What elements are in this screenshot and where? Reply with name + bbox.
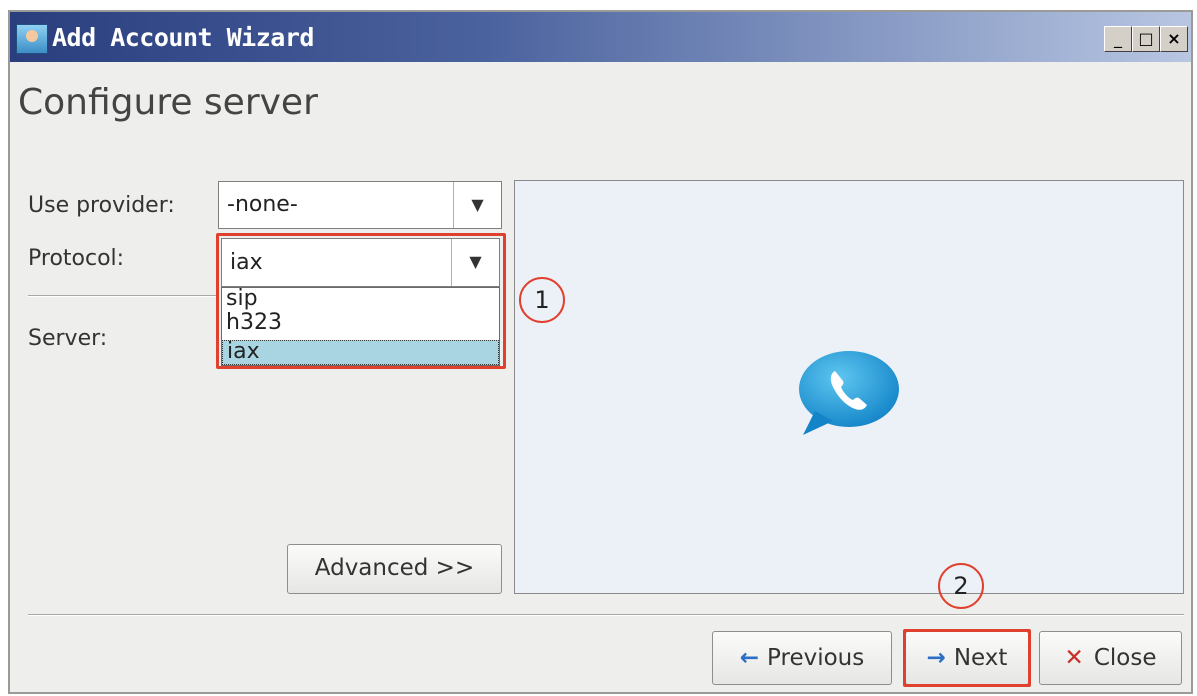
window-title: Add Account Wizard: [52, 23, 314, 52]
close-icon: ✕: [1064, 645, 1084, 671]
arrow-left-icon: ←: [739, 645, 760, 671]
highlight-box-protocol: [216, 233, 506, 369]
close-button[interactable]: ✕ Close: [1039, 631, 1182, 685]
wizard-image-panel: [514, 180, 1184, 594]
close-window-button[interactable]: ×: [1160, 26, 1188, 52]
previous-button[interactable]: ← Previous: [712, 631, 892, 685]
separator: [28, 614, 1184, 616]
provider-combobox[interactable]: -none- ▼: [218, 181, 502, 229]
previous-label: Previous: [767, 645, 865, 671]
annotation-step-2: 2: [938, 563, 984, 609]
title-bar[interactable]: Add Account Wizard _ □ ×: [10, 12, 1191, 62]
close-label: Close: [1093, 645, 1157, 671]
minimize-button[interactable]: _: [1104, 26, 1132, 52]
server-label: Server:: [28, 326, 108, 351]
provider-label: Use provider:: [28, 193, 175, 218]
chevron-down-icon[interactable]: ▼: [453, 182, 501, 228]
separator: [28, 295, 216, 297]
protocol-label: Protocol:: [28, 246, 125, 271]
provider-value: -none-: [227, 192, 298, 217]
phone-chat-bubble-icon: [799, 351, 899, 435]
highlight-box-next: [903, 629, 1031, 687]
annotation-step-1: 1: [519, 277, 565, 323]
maximize-button[interactable]: □: [1132, 26, 1160, 52]
app-icon: [16, 24, 48, 54]
page-title: Configure server: [18, 82, 318, 123]
advanced-button[interactable]: Advanced >>: [287, 544, 502, 594]
